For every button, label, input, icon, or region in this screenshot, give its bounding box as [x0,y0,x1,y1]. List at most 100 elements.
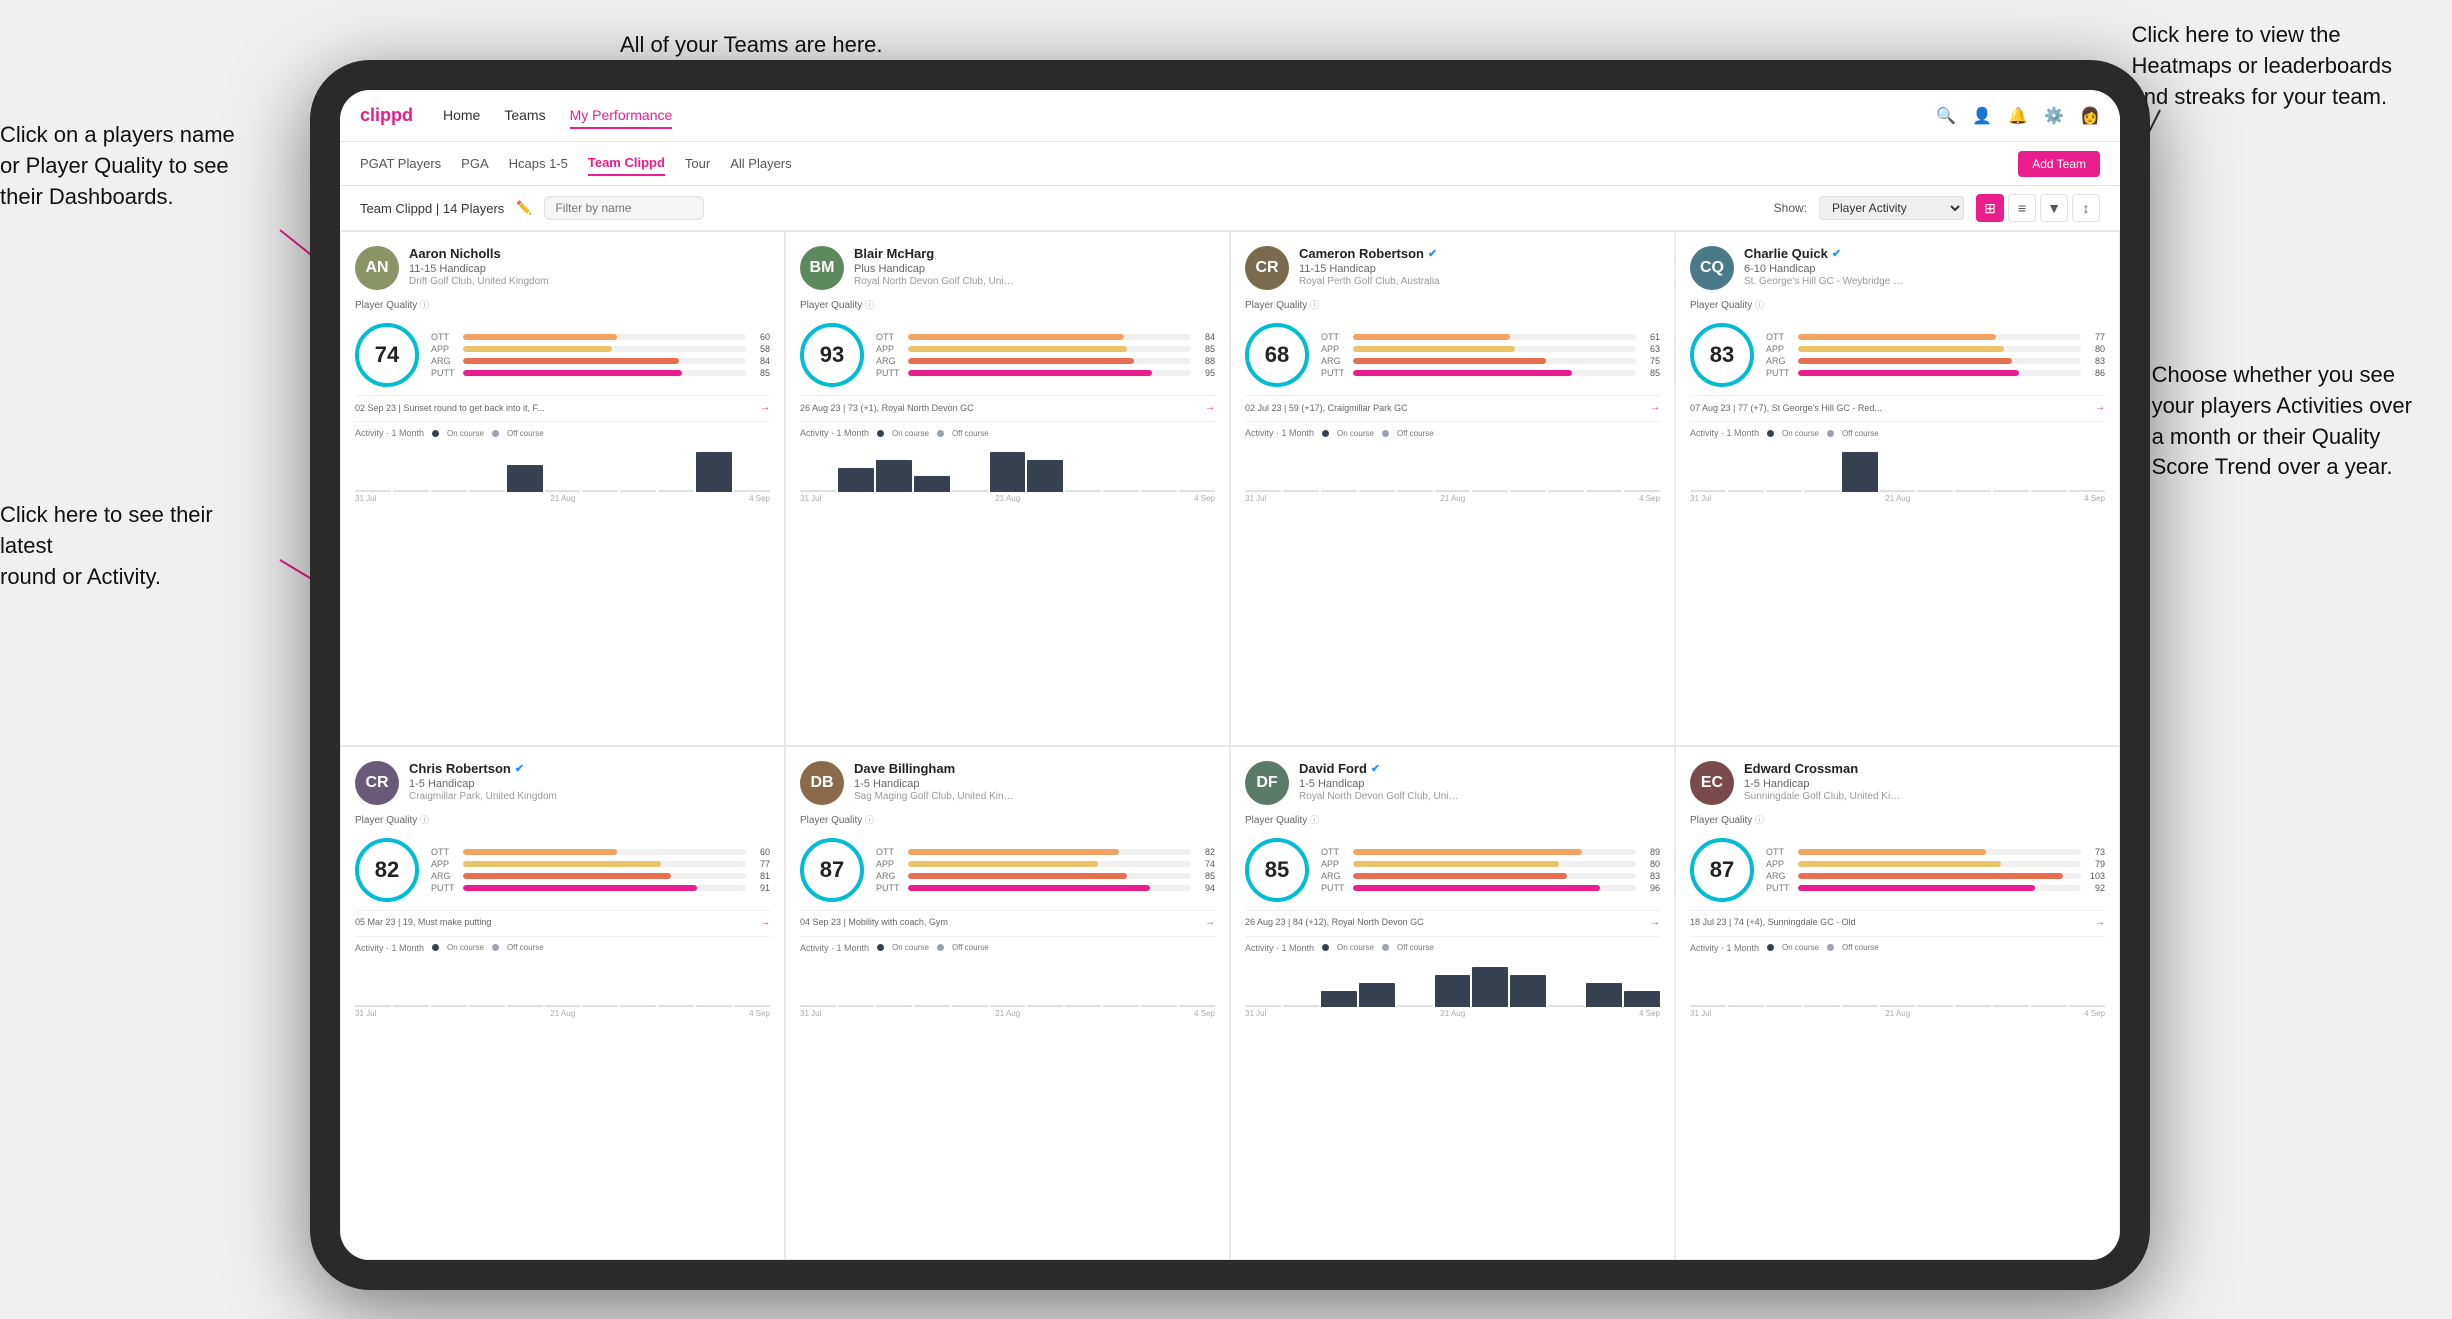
player-card[interactable]: DB Dave Billingham 1-5 Handicap Sag Magi… [785,746,1230,1261]
player-card[interactable]: CR Cameron Robertson ✔ 11-15 Handicap Ro… [1230,231,1675,746]
player-name[interactable]: Edward Crossman [1744,761,2105,776]
x-label: 4 Sep [2084,494,2105,503]
activity-bar [355,1005,391,1007]
grid-view-button[interactable]: ⊞ [1976,194,2004,222]
legend-offcourse [1827,430,1834,437]
activity-bar [1472,967,1508,1007]
latest-round[interactable]: 05 Mar 23 | 19, Must make putting → [355,910,770,928]
latest-round[interactable]: 26 Aug 23 | 73 (+1), Royal North Devon G… [800,395,1215,413]
legend-offcourse-label: Off course [952,429,989,438]
activity-bar [1917,1005,1953,1007]
add-team-button[interactable]: Add Team [2018,151,2100,177]
legend-offcourse-label: Off course [952,943,989,952]
nav-link-home[interactable]: Home [443,103,480,129]
latest-round[interactable]: 02 Sep 23 | Sunset round to get back int… [355,395,770,413]
player-card[interactable]: CQ Charlie Quick ✔ 6-10 Handicap St. Geo… [1675,231,2120,746]
list-view-button[interactable]: ≡ [2008,194,2036,222]
latest-round-arrow: → [2095,917,2105,928]
stat-value: 84 [750,356,770,366]
x-label: 31 Jul [800,1009,821,1018]
stat-bar-fill [463,885,697,891]
player-name[interactable]: Aaron Nicholls [409,246,770,261]
player-card[interactable]: DF David Ford ✔ 1-5 Handicap Royal North… [1230,746,1675,1261]
player-card[interactable]: BM Blair McHarg Plus Handicap Royal Nort… [785,231,1230,746]
player-name[interactable]: Chris Robertson ✔ [409,761,770,776]
nav-link-performance[interactable]: My Performance [570,103,673,129]
quality-section[interactable]: 82 OTT 60 APP 77 ARG 81 PUTT [355,838,770,902]
chart-x-labels: 31 Jul21 Aug4 Sep [800,1009,1215,1018]
latest-round[interactable]: 04 Sep 23 | Mobility with coach, Gym → [800,910,1215,928]
search-icon[interactable]: 🔍 [1936,106,1956,126]
stat-value: 79 [2085,859,2105,869]
player-card[interactable]: AN Aaron Nicholls 11-15 Handicap Drift G… [340,231,785,746]
stat-bar-bg [463,885,746,891]
legend-oncourse [1767,430,1774,437]
quality-section[interactable]: 87 OTT 73 APP 79 ARG 103 PUTT [1690,838,2105,902]
latest-round[interactable]: 26 Aug 23 | 84 (+12), Royal North Devon … [1245,910,1660,928]
player-grid: AN Aaron Nicholls 11-15 Handicap Drift G… [340,231,2120,1260]
quality-section[interactable]: 87 OTT 82 APP 74 ARG 85 PUTT [800,838,1215,902]
settings-icon[interactable]: ⚙️ [2044,106,2064,126]
nav-actions: 🔍 👤 🔔 ⚙️ 👩 [1936,106,2100,126]
show-select[interactable]: Player Activity Quality Score Trend [1819,196,1964,220]
activity-bar [838,1005,874,1007]
player-header: BM Blair McHarg Plus Handicap Royal Nort… [800,246,1215,290]
search-input[interactable] [544,196,704,220]
x-label: 21 Aug [1440,1009,1465,1018]
stat-bar-fill [1798,358,2012,364]
bell-icon[interactable]: 🔔 [2008,106,2028,126]
legend-offcourse [937,944,944,951]
latest-round[interactable]: 02 Jul 23 | 59 (+17), Craigmillar Park G… [1245,395,1660,413]
quality-section[interactable]: 85 OTT 89 APP 80 ARG 83 PUTT [1245,838,1660,902]
sub-nav-tour[interactable]: Tour [685,152,710,175]
activity-chart [1245,957,1660,1007]
activity-bar [1880,490,1916,492]
edit-icon[interactable]: ✏️ [516,200,532,216]
quality-section[interactable]: 74 OTT 60 APP 58 ARG 84 PUTT [355,323,770,387]
player-name[interactable]: Blair McHarg [854,246,1215,261]
stat-label: APP [1321,344,1349,354]
stat-row: ARG 83 [1321,871,1660,881]
activity-bar [1510,490,1546,492]
activity-section: Activity · 1 Month On course Off course … [1690,936,2105,1018]
legend-oncourse [877,430,884,437]
stat-value: 81 [750,871,770,881]
latest-round-text: 18 Jul 23 | 74 (+4), Sunningdale GC - Ol… [1690,917,1856,927]
stat-bar-bg [1353,861,1636,867]
latest-round[interactable]: 18 Jul 23 | 74 (+4), Sunningdale GC - Ol… [1690,910,2105,928]
person-icon[interactable]: 👤 [1972,106,1992,126]
annotation-latest-round: Click here to see their latestround or A… [0,500,240,592]
player-name[interactable]: Charlie Quick ✔ [1744,246,2105,261]
sub-nav-team-clippd[interactable]: Team Clippd [588,151,665,176]
latest-round[interactable]: 07 Aug 23 | 77 (+7), St George's Hill GC… [1690,395,2105,413]
stat-bar-bg [908,370,1191,376]
stat-bar-fill [908,346,1127,352]
sub-nav-pga[interactable]: PGA [461,152,488,175]
player-name[interactable]: Cameron Robertson ✔ [1299,246,1660,261]
player-info: Charlie Quick ✔ 6-10 Handicap St. George… [1744,246,2105,287]
quality-section[interactable]: 68 OTT 61 APP 63 ARG 75 PUTT [1245,323,1660,387]
sub-nav-all-players[interactable]: All Players [730,152,791,175]
sub-nav-pgat[interactable]: PGAT Players [360,152,441,175]
nav-logo[interactable]: clippd [360,105,413,126]
x-label: 4 Sep [2084,1009,2105,1018]
sub-nav-hcaps[interactable]: Hcaps 1-5 [509,152,568,175]
quality-section[interactable]: 93 OTT 84 APP 85 ARG 88 PUTT [800,323,1215,387]
quality-section[interactable]: 83 OTT 77 APP 80 ARG 83 PUTT [1690,323,2105,387]
player-name[interactable]: David Ford ✔ [1299,761,1660,776]
filter-button[interactable]: ▼ [2040,194,2068,222]
activity-bar [2069,490,2105,492]
stat-bar-bg [1353,873,1636,879]
stat-bar-fill [463,873,671,879]
player-card[interactable]: EC Edward Crossman 1-5 Handicap Sunningd… [1675,746,2120,1261]
chart-x-labels: 31 Jul21 Aug4 Sep [1245,1009,1660,1018]
player-name[interactable]: Dave Billingham [854,761,1215,776]
avatar-icon[interactable]: 👩 [2080,106,2100,126]
player-card[interactable]: CR Chris Robertson ✔ 1-5 Handicap Craigm… [340,746,785,1261]
quality-bars: OTT 60 APP 77 ARG 81 PUTT 9 [431,847,770,893]
activity-bar [1804,490,1840,492]
nav-link-teams[interactable]: Teams [504,103,545,129]
sort-button[interactable]: ↕ [2072,194,2100,222]
stat-label: OTT [876,332,904,342]
activity-bar [1842,452,1878,492]
